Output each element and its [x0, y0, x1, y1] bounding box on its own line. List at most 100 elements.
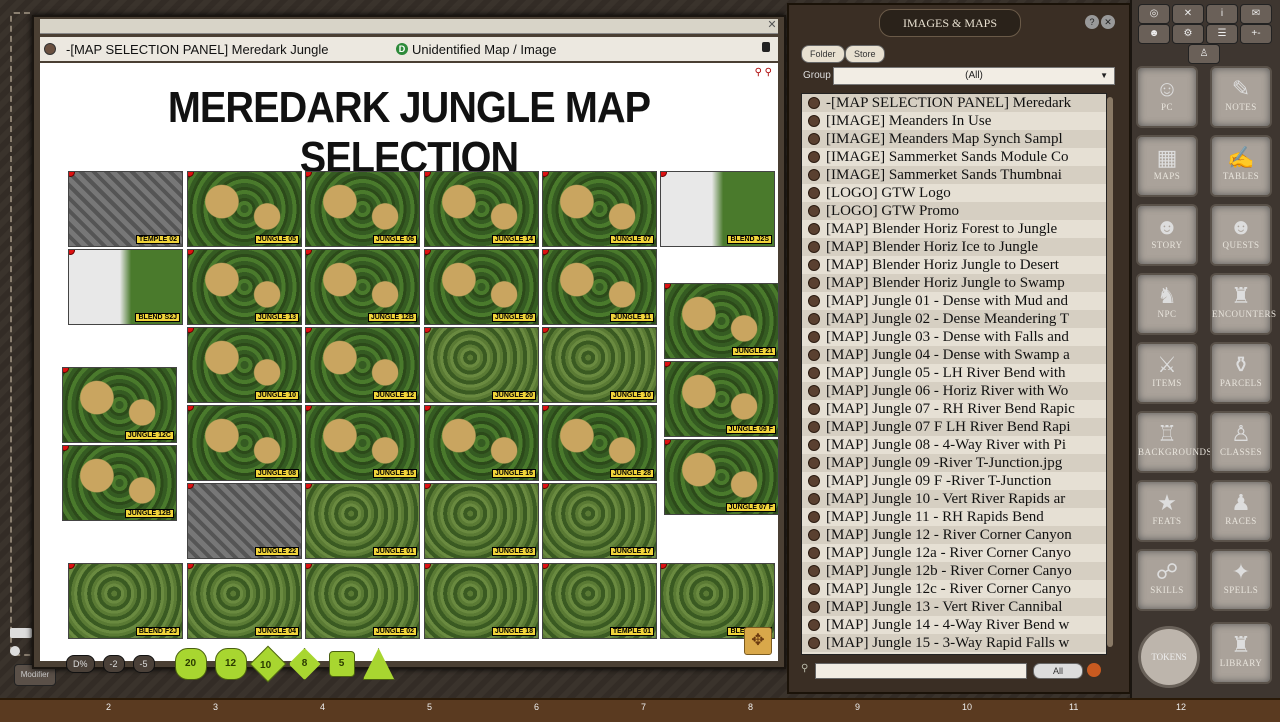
record-link-icon[interactable] — [808, 151, 820, 163]
sidebar-button-parcels[interactable]: ⚱ PARCELS — [1210, 342, 1272, 404]
map-pin-icon[interactable] — [665, 440, 671, 445]
sidebar-button-spells[interactable]: ✦ SPELLS — [1210, 549, 1272, 611]
close-icon[interactable]: ✕ — [766, 19, 778, 31]
map-tile[interactable]: JUNGLE 13 — [187, 249, 302, 325]
d20-die-icon[interactable]: 20 — [174, 648, 207, 680]
map-pin-icon[interactable] — [543, 564, 549, 569]
dice-mod-button-minus2[interactable]: -2 — [102, 655, 125, 673]
sidebar-button-skills[interactable]: ☍ SKILLS — [1136, 549, 1198, 611]
map-tile[interactable]: JUNGLE 10 — [187, 327, 302, 403]
list-item[interactable]: [MAP] Jungle 08 - 4-Way River with Pi — [802, 436, 1106, 454]
map-pin-icon[interactable] — [306, 250, 312, 255]
identified-status-icon[interactable]: D — [396, 43, 408, 55]
folder-button[interactable]: Folder — [801, 45, 845, 63]
record-link-icon[interactable] — [808, 241, 820, 253]
all-filter-button[interactable]: All — [1033, 663, 1083, 679]
record-link-icon[interactable] — [808, 565, 820, 577]
map-tile[interactable]: JUNGLE 17 — [542, 483, 657, 559]
list-item[interactable]: [MAP] Jungle 05 - LH River Bend with — [802, 364, 1106, 382]
hotkey-slot-number[interactable]: 12 — [1176, 702, 1186, 712]
map-pin-icon[interactable] — [425, 250, 431, 255]
group-select[interactable]: (All) ▼ — [833, 67, 1115, 85]
map-pin-icon[interactable] — [665, 362, 671, 367]
map-tile[interactable]: JUNGLE 06 — [305, 171, 420, 247]
sidebar-button-quests[interactable]: ☻ QUESTS — [1210, 204, 1272, 266]
map-pin-icon[interactable] — [188, 564, 194, 569]
map-tile[interactable]: JUNGLE 01 — [305, 483, 420, 559]
record-link-icon[interactable] — [808, 421, 820, 433]
d12-die-icon[interactable]: 12 — [214, 648, 247, 680]
map-tile[interactable]: JUNGLE 22 — [187, 483, 302, 559]
hotkey-slot-number[interactable]: 11 — [1069, 702, 1078, 712]
map-tile[interactable]: JUNGLE 14 — [424, 171, 539, 247]
sidebar-button-backgrounds[interactable]: ♖ BACKGROUNDS — [1136, 411, 1212, 473]
list-item[interactable]: -[MAP SELECTION PANEL] Meredark — [802, 94, 1106, 112]
list-item[interactable]: [MAP] Jungle 12b - River Corner Canyo — [802, 562, 1106, 580]
list-item[interactable]: [MAP] Jungle 10 - Vert River Rapids ar — [802, 490, 1106, 508]
record-link-icon[interactable] — [808, 133, 820, 145]
map-tile[interactable]: JUNGLE 09 — [424, 249, 539, 325]
sidebar-button-classes[interactable]: ♙ CLASSES — [1210, 411, 1272, 473]
record-link-icon[interactable] — [808, 205, 820, 217]
sidebar-button-story[interactable]: ☻ STORY — [1136, 204, 1198, 266]
list-item[interactable]: [MAP] Blender Horiz Ice to Jungle — [802, 238, 1106, 256]
record-link-icon[interactable] — [808, 223, 820, 235]
record-link-icon[interactable] — [808, 277, 820, 289]
map-tile[interactable]: JUNGLE 12C — [62, 367, 177, 443]
toolbar-icon[interactable]: ◎ — [1138, 4, 1170, 24]
hotkey-slot-number[interactable]: 10 — [962, 702, 972, 712]
map-pin-icon[interactable] — [188, 250, 194, 255]
hotkey-slot-number[interactable]: 5 — [427, 702, 432, 712]
list-item[interactable]: [MAP] Jungle 09 F -River T-Junction — [802, 472, 1106, 490]
map-tile[interactable]: JUNGLE 07 — [542, 171, 657, 247]
list-item[interactable]: [MAP] Jungle 01 - Dense with Mud and — [802, 292, 1106, 310]
map-tile[interactable]: JUNGLE 12B — [305, 249, 420, 325]
map-pin-icon[interactable] — [188, 406, 194, 411]
list-item[interactable]: [LOGO] GTW Logo — [802, 184, 1106, 202]
move-arrows-icon[interactable]: ✥ — [744, 627, 772, 655]
hotkey-slot-number[interactable]: 6 — [534, 702, 539, 712]
list-item[interactable]: [MAP] Jungle 12 - River Corner Canyon — [802, 526, 1106, 544]
map-pin-icon[interactable] — [306, 564, 312, 569]
map-tile[interactable]: JUNGLE 28 — [542, 405, 657, 481]
record-link-icon[interactable] — [808, 547, 820, 559]
map-tile[interactable]: JUNGLE 02 — [305, 563, 420, 639]
record-link-icon[interactable] — [808, 601, 820, 613]
map-pin-icon[interactable] — [543, 250, 549, 255]
list-item[interactable]: [MAP] Jungle 04 - Dense with Swamp a — [802, 346, 1106, 364]
map-pin-icon[interactable] — [306, 172, 312, 177]
map-canvas[interactable]: ⚲ ⚲ MEREDARK JUNGLE MAP SELECTION TEMPLE… — [40, 63, 779, 661]
record-link-icon[interactable] — [808, 97, 820, 109]
map-pin-icon[interactable] — [425, 484, 431, 489]
panel-close-icon[interactable]: ✕ — [1101, 15, 1115, 29]
hotkey-slot-number[interactable]: 9 — [855, 702, 860, 712]
map-pin-icon[interactable] — [306, 406, 312, 411]
map-pin-icon[interactable] — [63, 368, 69, 373]
map-pin-icon[interactable] — [543, 406, 549, 411]
map-pin-icon[interactable] — [661, 564, 667, 569]
sidebar-button-feats[interactable]: ★ FEATS — [1136, 480, 1198, 542]
toolbar-icon[interactable]: ♙ — [1188, 44, 1220, 64]
record-link-icon[interactable] — [808, 187, 820, 199]
sidebar-button-encounters[interactable]: ♜ ENCOUNTERS — [1210, 273, 1276, 335]
d6-die-icon[interactable]: 5 — [328, 651, 355, 677]
sidebar-button-items[interactable]: ⚔ ITEMS — [1136, 342, 1198, 404]
map-pin-icon[interactable] — [188, 328, 194, 333]
map-pin-icon[interactable] — [69, 250, 75, 255]
list-item[interactable]: [IMAGE] Sammerket Sands Thumbnai — [802, 166, 1106, 184]
search-input[interactable] — [815, 663, 1027, 679]
record-link-icon[interactable] — [808, 385, 820, 397]
record-link-icon[interactable] — [808, 493, 820, 505]
list-item[interactable]: [IMAGE] Meanders In Use — [802, 112, 1106, 130]
toolbar-icon[interactable]: +- — [1240, 24, 1272, 44]
sidebar-button-notes[interactable]: ✎ NOTES — [1210, 66, 1272, 128]
list-item[interactable]: [MAP] Jungle 12a - River Corner Canyo — [802, 544, 1106, 562]
store-button[interactable]: Store — [845, 45, 885, 63]
toolbar-icon[interactable]: ✕ — [1172, 4, 1204, 24]
record-link-icon[interactable] — [808, 457, 820, 469]
map-tile[interactable]: JUNGLE 07 F — [664, 439, 779, 515]
map-pin-icon[interactable] — [425, 172, 431, 177]
list-scrollbar[interactable] — [1107, 97, 1113, 647]
list-item[interactable]: [MAP] Jungle 07 F LH River Bend Rapi — [802, 418, 1106, 436]
dice-mod-button-minus5[interactable]: -5 — [132, 655, 155, 673]
